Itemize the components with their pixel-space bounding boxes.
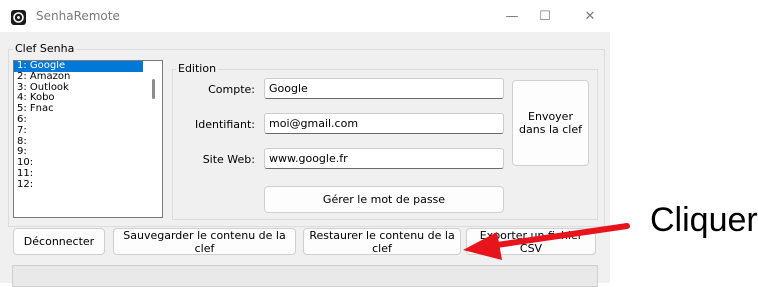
red-arrow-icon: [463, 223, 630, 260]
cliquer-annotation: Cliquer: [650, 201, 758, 239]
